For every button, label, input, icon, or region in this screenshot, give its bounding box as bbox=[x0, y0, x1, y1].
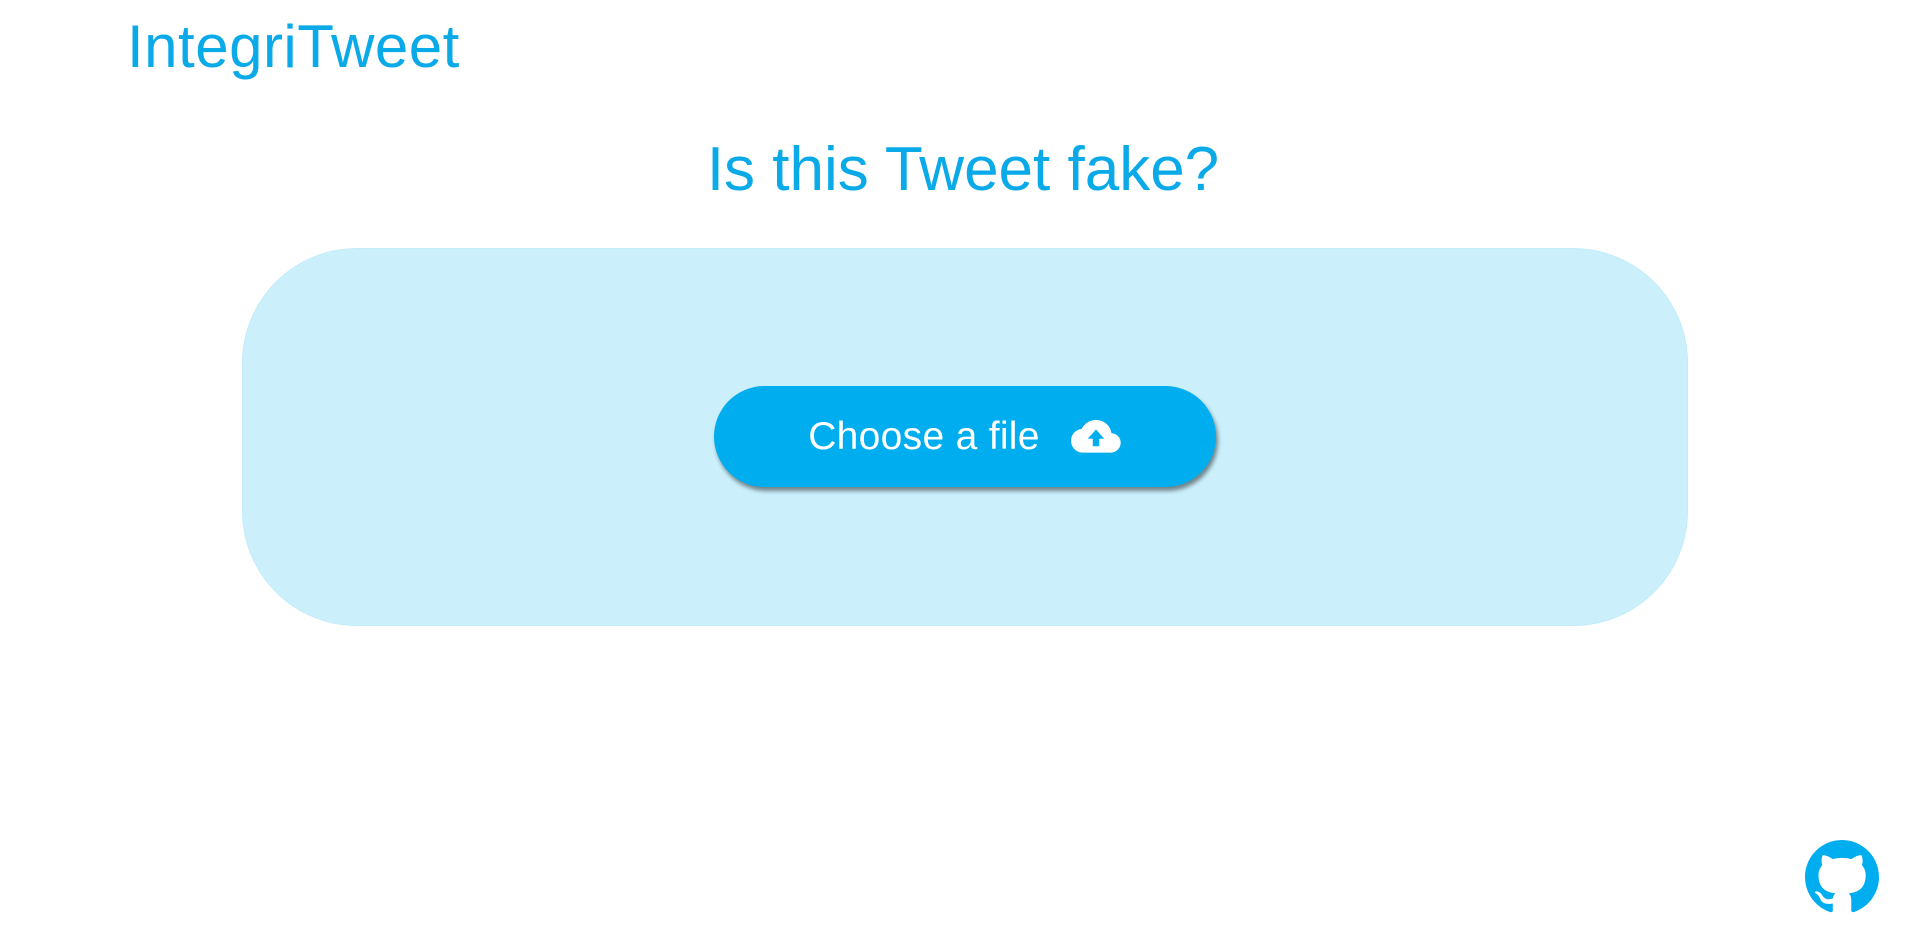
cloud-upload-icon bbox=[1070, 419, 1122, 455]
page-title: Is this Tweet fake? bbox=[706, 135, 1220, 204]
page: IntegriTweet Is this Tweet fake? Choose … bbox=[0, 0, 1920, 940]
brand-logo[interactable]: IntegriTweet bbox=[127, 10, 460, 84]
choose-file-button[interactable]: Choose a file bbox=[714, 386, 1216, 487]
choose-file-label: Choose a file bbox=[808, 414, 1040, 458]
github-icon[interactable] bbox=[1805, 840, 1879, 914]
